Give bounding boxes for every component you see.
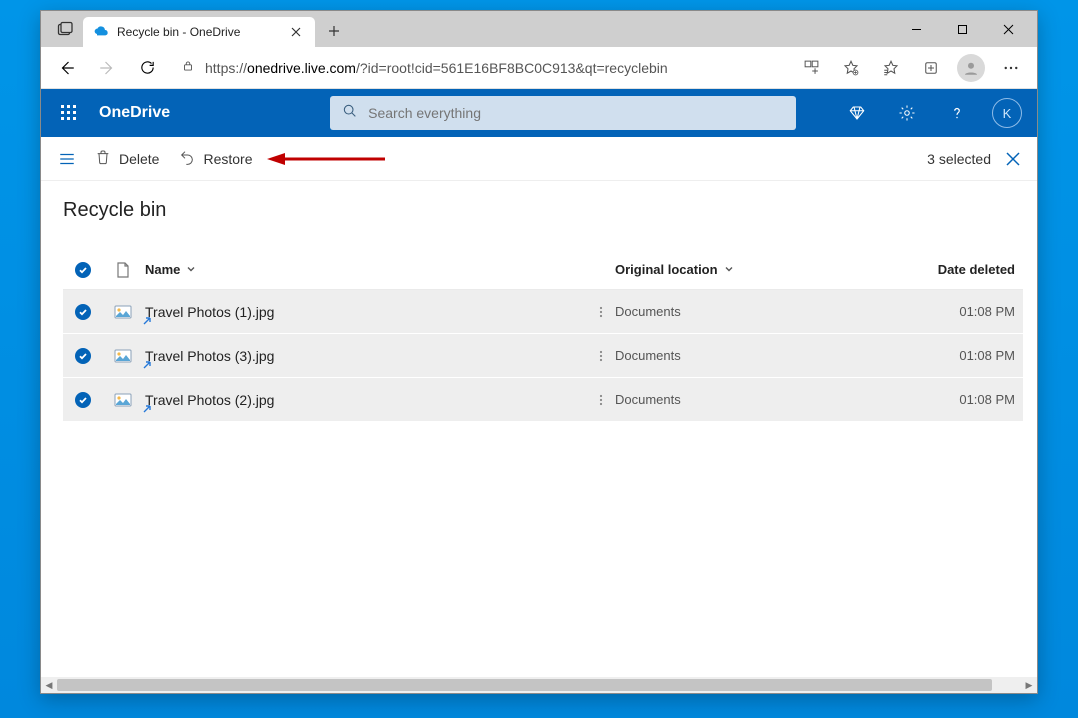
check-icon bbox=[75, 392, 91, 408]
url-host: onedrive.live.com bbox=[247, 60, 356, 76]
url-input[interactable]: https://onedrive.live.com/?id=root!cid=5… bbox=[169, 53, 789, 83]
profile-button[interactable] bbox=[953, 52, 989, 84]
row-checkbox[interactable] bbox=[63, 304, 103, 320]
shortcut-icon bbox=[141, 358, 153, 374]
search-box[interactable] bbox=[330, 96, 796, 130]
window-close-button[interactable] bbox=[985, 14, 1031, 44]
row-more-icon[interactable] bbox=[587, 393, 615, 407]
window-minimize-button[interactable] bbox=[893, 14, 939, 44]
file-table: Name Original location Date deleted bbox=[63, 250, 1023, 422]
scroll-down-icon[interactable]: ▼ bbox=[1023, 663, 1037, 677]
address-bar: https://onedrive.live.com/?id=root!cid=5… bbox=[41, 47, 1037, 89]
chevron-down-icon bbox=[186, 262, 196, 277]
scroll-left-icon[interactable]: ◀ bbox=[41, 677, 57, 693]
site-info-icon[interactable] bbox=[181, 59, 195, 76]
column-location[interactable]: Original location bbox=[615, 262, 915, 277]
table-header: Name Original location Date deleted bbox=[63, 250, 1023, 290]
file-date: 01:08 PM bbox=[915, 392, 1015, 407]
table-row[interactable]: Travel Photos (3).jpg Documents 01:08 PM bbox=[63, 334, 1023, 378]
tab-actions-icon[interactable] bbox=[53, 17, 77, 41]
file-location: Documents bbox=[615, 348, 915, 363]
chevron-down-icon bbox=[724, 262, 734, 277]
clear-selection-icon[interactable] bbox=[999, 145, 1027, 173]
restore-button[interactable]: Restore bbox=[171, 143, 260, 175]
vertical-scrollbar[interactable]: ▲ ▼ bbox=[1023, 181, 1037, 677]
search-icon bbox=[342, 103, 358, 124]
row-more-icon[interactable] bbox=[587, 305, 615, 319]
account-avatar: K bbox=[992, 98, 1022, 128]
more-menu-icon[interactable] bbox=[993, 52, 1029, 84]
trash-icon bbox=[95, 149, 111, 168]
file-location: Documents bbox=[615, 304, 915, 319]
nav-toggle-icon[interactable] bbox=[51, 143, 83, 175]
horizontal-scrollbar[interactable]: ◀ ▶ bbox=[41, 677, 1037, 693]
scroll-up-icon[interactable]: ▲ bbox=[1023, 181, 1037, 195]
page-title: Recycle bin bbox=[63, 199, 1023, 222]
delete-label: Delete bbox=[119, 151, 159, 167]
brand-label[interactable]: OneDrive bbox=[99, 104, 170, 122]
app-launcher-icon[interactable] bbox=[51, 95, 87, 131]
file-date: 01:08 PM bbox=[915, 348, 1015, 363]
refresh-button[interactable] bbox=[129, 52, 165, 84]
delete-button[interactable]: Delete bbox=[87, 143, 167, 175]
file-type-icon bbox=[103, 391, 143, 409]
search-input[interactable] bbox=[368, 105, 784, 121]
browser-window: Recycle bin - OneDrive bbox=[40, 10, 1038, 694]
select-all-checkbox[interactable] bbox=[63, 262, 103, 278]
scroll-right-icon[interactable]: ▶ bbox=[1021, 677, 1037, 693]
settings-icon[interactable] bbox=[887, 93, 927, 133]
command-bar: Delete Restore 3 selected bbox=[41, 137, 1037, 181]
onedrive-favicon-icon bbox=[93, 24, 109, 40]
back-button[interactable] bbox=[49, 52, 85, 84]
tab-title: Recycle bin - OneDrive bbox=[117, 25, 279, 39]
shortcut-icon bbox=[141, 314, 153, 330]
column-name[interactable]: Name bbox=[143, 262, 587, 277]
favorites-bar-icon[interactable] bbox=[873, 52, 909, 84]
extensions-icon[interactable] bbox=[793, 52, 829, 84]
url-path: /?id=root!cid=561E16BF8BC0C913&qt=recycl… bbox=[356, 60, 668, 76]
restore-label: Restore bbox=[203, 151, 252, 167]
browser-tab[interactable]: Recycle bin - OneDrive bbox=[83, 17, 315, 47]
url-text: https://onedrive.live.com/?id=root!cid=5… bbox=[205, 60, 668, 76]
titlebar: Recycle bin - OneDrive bbox=[41, 11, 1037, 47]
annotation-arrow-icon bbox=[267, 150, 387, 168]
file-name[interactable]: Travel Photos (1).jpg bbox=[143, 304, 587, 320]
check-icon bbox=[75, 304, 91, 320]
scroll-thumb[interactable] bbox=[57, 679, 992, 691]
selection-count: 3 selected bbox=[927, 151, 991, 167]
file-type-icon bbox=[103, 303, 143, 321]
premium-icon[interactable] bbox=[837, 93, 877, 133]
column-date[interactable]: Date deleted bbox=[915, 262, 1015, 277]
file-location: Documents bbox=[615, 392, 915, 407]
table-row[interactable]: Travel Photos (1).jpg Documents 01:08 PM bbox=[63, 290, 1023, 334]
row-checkbox[interactable] bbox=[63, 392, 103, 408]
new-tab-button[interactable] bbox=[319, 16, 349, 46]
check-icon bbox=[75, 348, 91, 364]
file-type-icon bbox=[103, 347, 143, 365]
file-date: 01:08 PM bbox=[915, 304, 1015, 319]
url-scheme: https:// bbox=[205, 60, 247, 76]
favorite-icon[interactable] bbox=[833, 52, 869, 84]
content-area: ▲ ▼ Recycle bin Name bbox=[41, 181, 1037, 677]
help-icon[interactable] bbox=[937, 93, 977, 133]
undo-icon bbox=[179, 149, 195, 168]
file-name[interactable]: Travel Photos (3).jpg bbox=[143, 348, 587, 364]
file-name[interactable]: Travel Photos (2).jpg bbox=[143, 392, 587, 408]
row-more-icon[interactable] bbox=[587, 349, 615, 363]
onedrive-header: OneDrive K bbox=[41, 89, 1037, 137]
forward-button[interactable] bbox=[89, 52, 125, 84]
collections-icon[interactable] bbox=[913, 52, 949, 84]
window-maximize-button[interactable] bbox=[939, 14, 985, 44]
file-type-column-icon[interactable] bbox=[103, 262, 143, 278]
tab-close-icon[interactable] bbox=[287, 23, 305, 41]
shortcut-icon bbox=[141, 402, 153, 418]
row-checkbox[interactable] bbox=[63, 348, 103, 364]
check-icon bbox=[75, 262, 91, 278]
table-row[interactable]: Travel Photos (2).jpg Documents 01:08 PM bbox=[63, 378, 1023, 422]
account-button[interactable]: K bbox=[987, 93, 1027, 133]
